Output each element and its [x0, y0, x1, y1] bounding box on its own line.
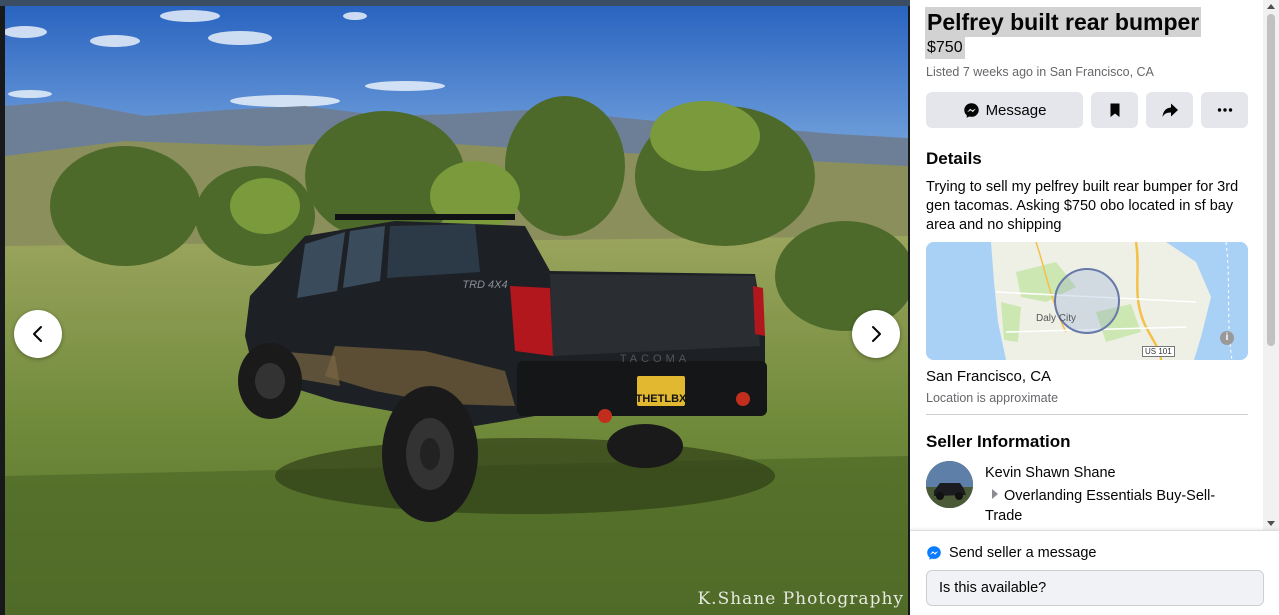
panel-scrollbar[interactable] [1263, 0, 1279, 530]
next-photo-button[interactable] [852, 310, 900, 358]
send-seller-message-label: Send seller a message [949, 545, 1097, 561]
message-input[interactable] [926, 570, 1264, 606]
send-seller-message-row: Send seller a message [926, 545, 1097, 561]
tailgate-text: TACOMA [620, 353, 690, 365]
info-icon[interactable]: i [1220, 331, 1234, 345]
previous-photo-button[interactable] [14, 310, 62, 358]
truck-photo-illustration: THETLBX TACOMA TRD 4X4 [5, 6, 908, 615]
trd-badge-text: TRD 4X4 [462, 279, 507, 291]
scroll-down-arrow-icon[interactable] [1267, 521, 1275, 526]
scrollbar-thumb[interactable] [1267, 14, 1275, 346]
share-icon [1162, 103, 1178, 117]
share-listing-button[interactable] [1146, 92, 1193, 128]
details-heading: Details [926, 149, 982, 168]
location-note: Location is approximate [926, 391, 1059, 405]
seller-group-name: Overlanding Essentials Buy-Sell-Trade [985, 488, 1216, 524]
seller-info-heading: Seller Information [926, 432, 1071, 451]
chevron-right-icon [872, 326, 881, 342]
seller-avatar[interactable] [926, 461, 973, 508]
scroll-up-arrow-icon[interactable] [1267, 4, 1275, 9]
map-illustration [926, 242, 1248, 360]
seller-name-link[interactable]: Kevin Shawn Shane [985, 465, 1116, 481]
save-listing-button[interactable] [1091, 92, 1138, 128]
listing-posted-info: Listed 7 weeks ago in San Francisco, CA [926, 65, 1154, 79]
send-message-section: Send seller a message [910, 530, 1279, 615]
section-divider [926, 414, 1248, 415]
map-city-label: Daly City [1036, 313, 1077, 324]
details-description: Trying to sell my pelfrey built rear bum… [926, 179, 1239, 233]
message-button-label: Message [985, 101, 1047, 119]
license-plate-text: THETLBX [636, 393, 687, 405]
bookmark-icon [1110, 103, 1119, 117]
listing-price: $750 [925, 37, 965, 59]
map-highway-badge: US 101 [1142, 346, 1175, 357]
chevron-left-icon [33, 326, 42, 342]
photo-viewer: THETLBX TACOMA TRD 4X4 K.Shane Photograp… [0, 0, 910, 615]
seller-group-link[interactable]: Overlanding Essentials Buy-Sell-Trade [985, 486, 1250, 526]
listing-title: Pelfrey built rear bumper [925, 7, 1202, 37]
more-options-button[interactable] [1201, 92, 1248, 128]
location-name: San Francisco, CA [926, 368, 1052, 385]
listing-panel: Pelfrey built rear bumper $750 Listed 7 … [910, 0, 1279, 615]
listing-photo: THETLBX TACOMA TRD 4X4 K.Shane Photograp… [5, 6, 908, 615]
messenger-icon [963, 102, 979, 118]
listing-details-scroll-area[interactable]: Pelfrey built rear bumper $750 Listed 7 … [910, 0, 1279, 530]
messenger-icon [927, 546, 941, 560]
more-icon [1217, 108, 1232, 112]
message-button[interactable]: Message [926, 92, 1083, 128]
photo-watermark: K.Shane Photography [697, 589, 904, 609]
location-map[interactable]: Daly City US 101 i [926, 242, 1248, 360]
listing-actions: Message [926, 92, 1248, 128]
avatar-image [926, 461, 973, 508]
caret-right-icon [992, 489, 998, 499]
